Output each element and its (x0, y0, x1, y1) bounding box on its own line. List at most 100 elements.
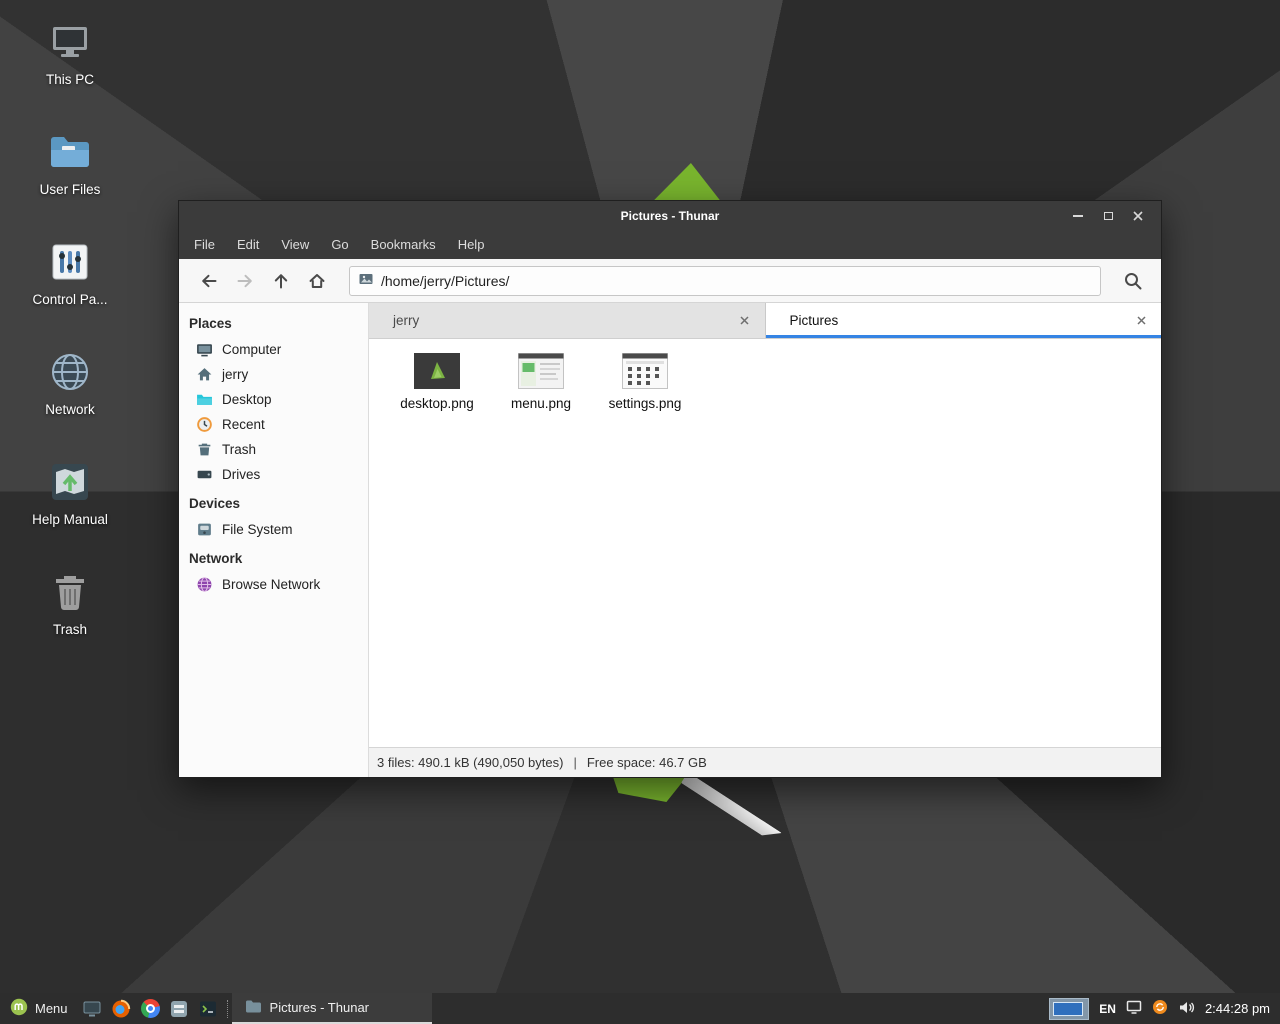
desktop-icon-label: Help Manual (32, 512, 108, 527)
clock[interactable]: 2:44:28 pm (1205, 1001, 1270, 1016)
software-manager-icon[interactable] (165, 993, 194, 1024)
desktop-icon-label: Trash (53, 622, 87, 637)
sidebar-item-desktop[interactable]: Desktop (179, 387, 368, 412)
panel-separator (223, 993, 232, 1024)
network-globe-icon (46, 348, 94, 396)
menu-help[interactable]: Help (447, 231, 496, 259)
file-menu-png[interactable]: menu.png (493, 352, 589, 411)
sidebar-item-drives[interactable]: Drives (179, 462, 368, 487)
desktop-icon-control-panel[interactable]: Control Pa... (20, 238, 120, 348)
taskbar: Menu Pictures - Thunar EN (0, 993, 1280, 1024)
tab-label: Pictures (790, 313, 1132, 328)
firefox-icon[interactable] (107, 993, 136, 1024)
update-manager-icon[interactable] (1152, 999, 1168, 1018)
toolbar (179, 259, 1161, 303)
desktop-icon-network[interactable]: Network (20, 348, 120, 458)
terminal-icon[interactable] (194, 993, 223, 1024)
menu-button[interactable]: Menu (0, 993, 78, 1024)
trash-icon (196, 441, 213, 458)
menu-file[interactable]: File (183, 231, 226, 259)
desktop-icon-column: This PC User Files Control Pa... Network… (20, 18, 120, 678)
mint-logo-icon (10, 998, 28, 1019)
sidebar-heading-devices: Devices (179, 487, 368, 517)
sidebar-item-trash[interactable]: Trash (179, 437, 368, 462)
help-map-icon (46, 458, 94, 506)
tab-close-icon[interactable] (1131, 311, 1151, 331)
maximize-button[interactable] (1093, 204, 1123, 228)
language-indicator[interactable]: EN (1099, 1002, 1116, 1016)
chrome-icon[interactable] (136, 993, 165, 1024)
desktop-icon-trash[interactable]: Trash (20, 568, 120, 678)
system-tray: EN 2:44:28 pm (1049, 993, 1280, 1024)
status-bar: 3 files: 490.1 kB (490,050 bytes) | Free… (369, 747, 1161, 777)
forward-button[interactable] (227, 266, 263, 296)
menu-go[interactable]: Go (320, 231, 359, 259)
computer-icon (46, 18, 94, 66)
sidebar-item-home[interactable]: jerry (179, 362, 368, 387)
sidebar-heading-places: Places (179, 307, 368, 337)
menubar: File Edit View Go Bookmarks Help (179, 231, 1161, 259)
window-title: Pictures - Thunar (621, 209, 720, 223)
menu-view[interactable]: View (270, 231, 320, 259)
desktop-icon-help-manual[interactable]: Help Manual (20, 458, 120, 568)
task-button-label: Pictures - Thunar (270, 1000, 369, 1015)
desktop-folder-icon (196, 391, 213, 408)
desktop: This PC User Files Control Pa... Network… (0, 0, 1280, 1024)
tab-close-icon[interactable] (735, 311, 755, 331)
sidebar-item-file-system[interactable]: File System (179, 517, 368, 542)
computer-icon (196, 341, 213, 358)
tab-jerry[interactable]: jerry (369, 303, 766, 338)
clock-icon (196, 416, 213, 433)
tab-bar: jerry Pictures (369, 303, 1161, 339)
thunar-icon (244, 997, 262, 1018)
file-settings-png[interactable]: settings.png (597, 352, 693, 411)
desktop-icon-label: Control Pa... (32, 292, 107, 307)
folder-icon (46, 128, 94, 176)
home-button[interactable] (299, 266, 335, 296)
search-icon[interactable] (1117, 266, 1149, 296)
sidebar-item-label: jerry (222, 367, 248, 382)
back-button[interactable] (191, 266, 227, 296)
path-bar[interactable] (349, 266, 1101, 296)
minimize-button[interactable] (1063, 204, 1093, 228)
sidebar-item-browse-network[interactable]: Browse Network (179, 572, 368, 597)
volume-icon[interactable] (1178, 999, 1195, 1019)
image-folder-icon (358, 271, 374, 290)
display-launcher-icon[interactable] (78, 993, 107, 1024)
menu-bookmarks[interactable]: Bookmarks (360, 231, 447, 259)
file-name: menu.png (511, 396, 571, 411)
file-desktop-png[interactable]: desktop.png (389, 352, 485, 411)
menu-label: Menu (35, 1001, 68, 1016)
image-thumbnail (622, 352, 668, 390)
status-files-text: 3 files: 490.1 kB (490,050 bytes) (377, 755, 563, 770)
control-panel-icon (46, 238, 94, 286)
tab-pictures[interactable]: Pictures (766, 303, 1162, 338)
task-button-thunar[interactable]: Pictures - Thunar (232, 993, 432, 1024)
close-button[interactable] (1123, 204, 1153, 228)
wallpaper-streak (681, 772, 782, 844)
menu-edit[interactable]: Edit (226, 231, 270, 259)
desktop-icon-user-files[interactable]: User Files (20, 128, 120, 238)
desktop-icon-this-pc[interactable]: This PC (20, 18, 120, 128)
wallpaper-mint-leaf-top (648, 163, 726, 200)
up-button[interactable] (263, 266, 299, 296)
file-name: settings.png (609, 396, 682, 411)
sidebar-item-label: Desktop (222, 392, 272, 407)
workspace-window-preview (1053, 1002, 1083, 1016)
sidebar-item-recent[interactable]: Recent (179, 412, 368, 437)
sidebar-item-computer[interactable]: Computer (179, 337, 368, 362)
desktop-icon-label: User Files (40, 182, 101, 197)
sidebar-item-label: Computer (222, 342, 281, 357)
file-pane: jerry Pictures (369, 303, 1161, 777)
workspace-switcher[interactable] (1049, 998, 1089, 1020)
sidebar-item-label: Recent (222, 417, 265, 432)
window-controls (1063, 201, 1153, 231)
display-tray-icon[interactable] (1126, 999, 1142, 1018)
globe-icon (196, 576, 213, 593)
desktop-icon-label: Network (45, 402, 95, 417)
file-list: desktop.png menu.png settings.png (369, 339, 1161, 747)
thunar-window: Pictures - Thunar File Edit View Go Book… (178, 200, 1162, 778)
sidebar-heading-network: Network (179, 542, 368, 572)
window-titlebar[interactable]: Pictures - Thunar (179, 201, 1161, 231)
path-input[interactable] (381, 273, 1092, 289)
